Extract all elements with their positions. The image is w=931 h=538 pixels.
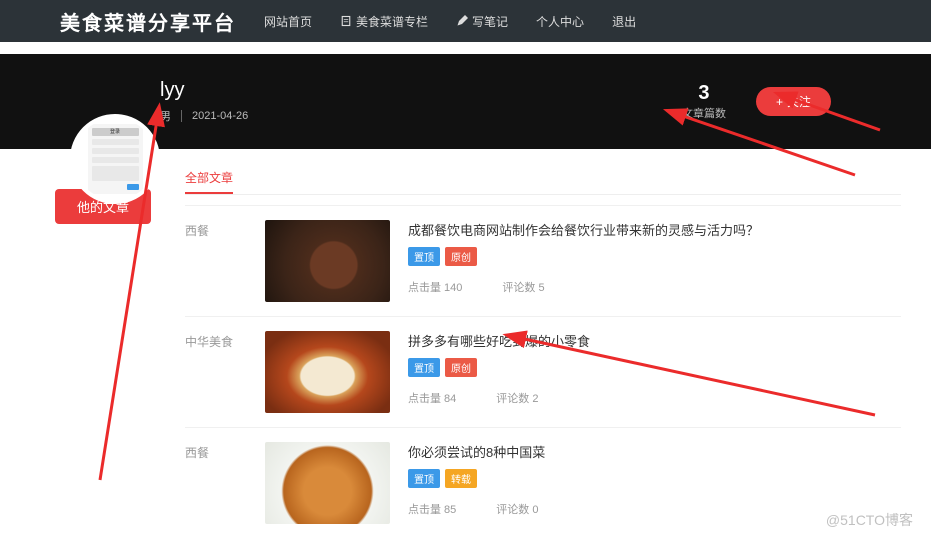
avatar-image: 登录 [88, 124, 143, 194]
pencil-icon [456, 15, 468, 27]
user-meta: 男 2021-04-26 [160, 108, 248, 124]
comments-label: 评论数 5 [502, 279, 544, 295]
article-row: 西餐 你必须尝试的8种中国菜置顶转载点击量 85 评论数 0 [185, 427, 901, 538]
tag-row: 置顶原创 [408, 247, 901, 266]
follow-button[interactable]: + 关注 [756, 87, 831, 116]
nav-write-note[interactable]: 写笔记 [456, 13, 508, 30]
article-count-block: 3 文章篇数 [682, 82, 726, 121]
watermark: @51CTO博客 [826, 510, 913, 530]
comments-label: 评论数 0 [496, 501, 538, 517]
tag-row: 置顶转载 [408, 469, 901, 488]
sidebar: 他的文章 [0, 169, 185, 538]
tag-row: 置顶原创 [408, 358, 901, 377]
user-info-block: lyy 男 2021-04-26 [160, 79, 248, 124]
article-thumbnail[interactable] [265, 220, 390, 302]
plus-icon: + [776, 95, 783, 109]
article-count-label: 文章篇数 [682, 105, 726, 121]
meta-divider [181, 110, 182, 122]
tag-original: 原创 [445, 358, 477, 377]
user-join-date: 2021-04-26 [192, 110, 248, 122]
nav-label: 美食菜谱专栏 [356, 13, 428, 30]
tab-all-articles[interactable]: 全部文章 [185, 171, 233, 194]
article-meta: 点击量 140 评论数 5 [408, 279, 901, 295]
article-title[interactable]: 成都餐饮电商网站制作会给餐饮行业带来新的灵感与活力吗？ [408, 220, 901, 239]
follow-button-label: 关注 [787, 93, 811, 110]
article-meta: 点击量 84 评论数 2 [408, 390, 901, 406]
article-row: 中华美食 拼多多有哪些好吃到爆的小零食置顶原创点击量 84 评论数 2 [185, 316, 901, 427]
nav-user-center[interactable]: 个人中心 [536, 13, 584, 30]
article-title[interactable]: 你必须尝试的8种中国菜 [408, 442, 901, 461]
main-column: 全部文章 西餐成都餐饮电商网站制作会给餐饮行业带来新的灵感与活力吗？置顶原创点击… [185, 169, 931, 538]
nav-logout[interactable]: 退出 [612, 13, 636, 30]
views-label: 点击量 140 [408, 279, 462, 295]
user-gender: 男 [160, 108, 171, 124]
article-body: 成都餐饮电商网站制作会给餐饮行业带来新的灵感与活力吗？ 置顶原创点击量 140 评论… [408, 220, 901, 302]
article-category: 西餐 [185, 442, 247, 524]
nav-home[interactable]: 网站首页 [264, 13, 312, 30]
content-area: 他的文章 全部文章 西餐 成都餐饮电商网站制作会给餐饮行业带来新的灵感与活力吗？ 置… [0, 149, 931, 538]
article-body: 拼多多有哪些好吃到爆的小零食置顶原创点击量 84 评论数 2 [408, 331, 901, 413]
tag-transfer: 转载 [445, 469, 477, 488]
comments-label: 评论数 2 [496, 390, 538, 406]
username: lyy [160, 79, 248, 102]
tag-top: 置顶 [408, 247, 440, 266]
article-title[interactable]: 拼多多有哪些好吃到爆的小零食 [408, 331, 901, 350]
site-title: 美食菜谱分享平台 [60, 7, 236, 36]
article-category: 西餐 [185, 220, 247, 302]
views-label: 点击量 85 [408, 501, 456, 517]
article-thumbnail[interactable] [265, 331, 390, 413]
nav-recipe-column[interactable]: 美食菜谱专栏 [340, 13, 428, 30]
tab-row: 全部文章 [185, 169, 901, 195]
article-count-number: 3 [682, 82, 726, 105]
top-navbar: 美食菜谱分享平台 网站首页 美食菜谱专栏 写笔记 个人中心 退出 [0, 0, 931, 42]
document-icon [340, 15, 352, 27]
nav-label: 写笔记 [472, 13, 508, 30]
avatar[interactable]: 登录 [70, 114, 160, 204]
article-row: 西餐 成都餐饮电商网站制作会给餐饮行业带来新的灵感与活力吗？ 置顶原创点击量 140… [185, 205, 901, 316]
tag-original: 原创 [445, 247, 477, 266]
views-label: 点击量 84 [408, 390, 456, 406]
tag-top: 置顶 [408, 358, 440, 377]
article-thumbnail[interactable] [265, 442, 390, 524]
profile-header: 登录 lyy 男 2021-04-26 3 文章篇数 + 关注 [0, 54, 931, 149]
tag-top: 置顶 [408, 469, 440, 488]
article-list: 西餐成都餐饮电商网站制作会给餐饮行业带来新的灵感与活力吗？置顶原创点击量 140… [185, 205, 901, 538]
article-category: 中华美食 [185, 331, 247, 413]
